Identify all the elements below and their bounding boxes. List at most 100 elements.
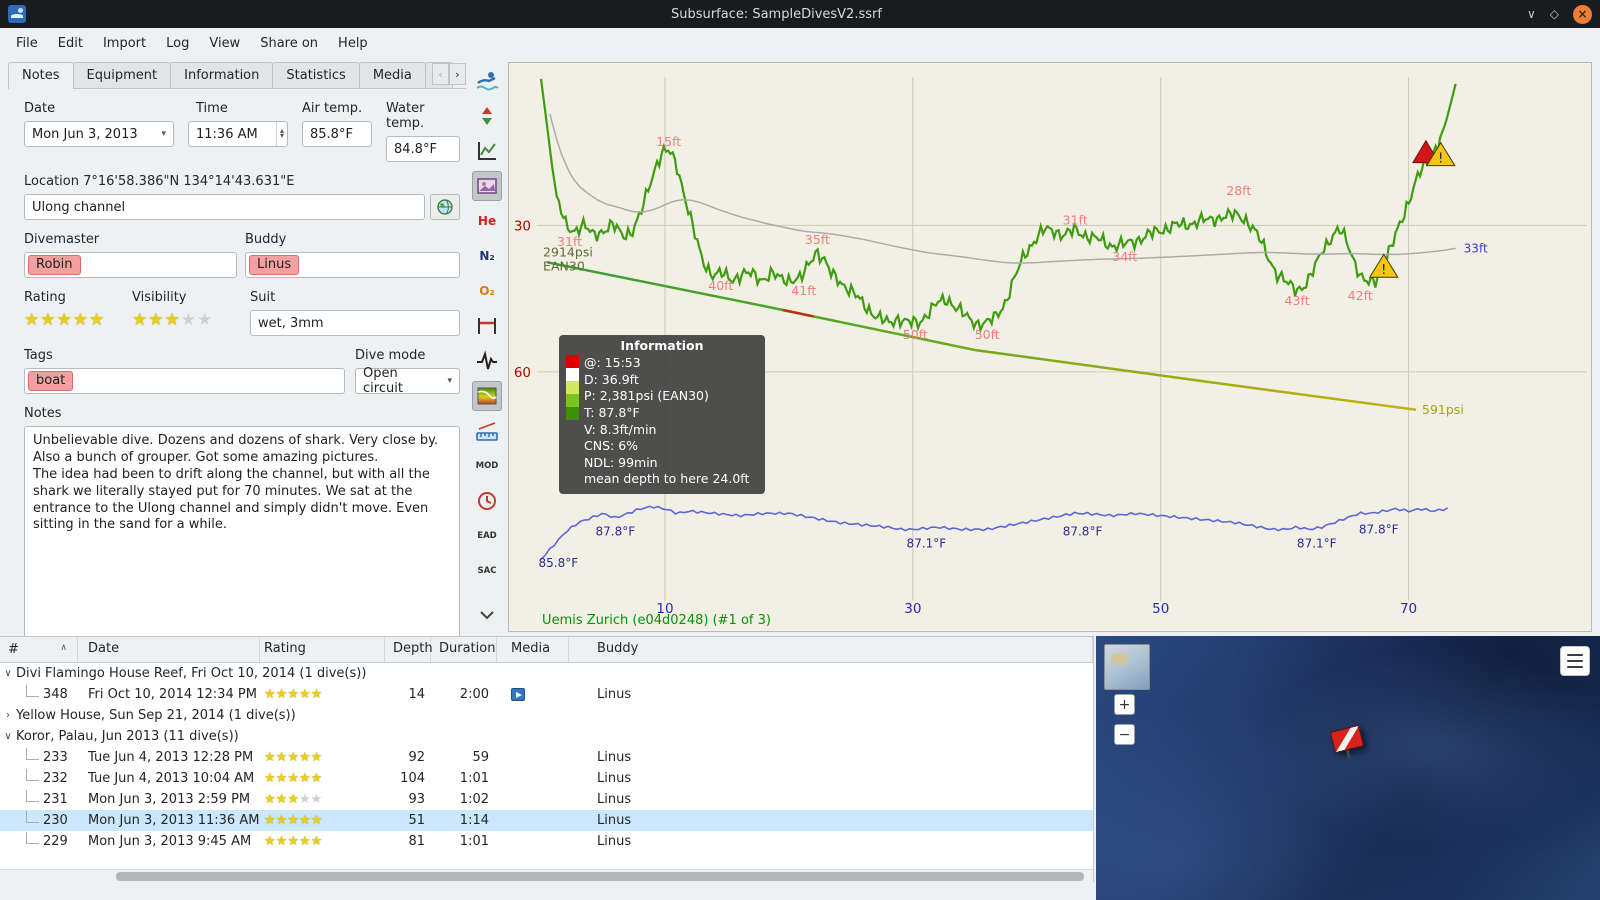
map-zoom-out-button[interactable]: − [1114, 724, 1135, 745]
deco-time-toggle-icon[interactable] [472, 486, 502, 516]
star-rating[interactable]: ★★★★★ [264, 750, 322, 765]
close-button[interactable]: × [1573, 4, 1592, 24]
dive-computer-icon[interactable] [472, 66, 502, 96]
tab-notes[interactable]: Notes [8, 62, 74, 89]
menu-view[interactable]: View [199, 31, 250, 56]
star-rating[interactable]: ★★★★★ [264, 792, 322, 807]
dive-buddy: Linus [597, 750, 632, 765]
pp-he-toggle[interactable]: He [472, 206, 502, 236]
time-spinner[interactable]: 11:36 AM ▴ ▾ [188, 121, 288, 147]
svg-text:35ft: 35ft [805, 232, 830, 247]
ead-toggle[interactable]: EAD [472, 521, 502, 551]
buddy-chip[interactable]: Linus [249, 254, 300, 276]
collapse-icon[interactable]: ∨ [0, 668, 16, 679]
airtemp-field[interactable]: 85.8°F [302, 121, 372, 147]
dive-row[interactable]: 348 Fri Oct 10, 2014 12:34 PM ★★★★★ 14 2:00 L… [0, 684, 1093, 705]
tab-information[interactable]: Information [170, 62, 274, 88]
scrollbar-thumb[interactable] [116, 872, 1084, 881]
star-filled-icon: ★ [298, 834, 311, 849]
notes-textarea[interactable]: Unbelievable dive. Dozens and dozens of … [24, 426, 460, 658]
pp-o2-toggle[interactable]: O₂ [472, 276, 502, 306]
dive-row[interactable]: 230 Mon Jun 3, 2013 11:36 AM ★★★★★ 51 1:14 Li… [0, 810, 1093, 831]
tissues-toggle-icon[interactable] [472, 381, 502, 411]
column-header-num[interactable]: # ∧ [0, 637, 78, 662]
map-menu-button[interactable] [1560, 646, 1590, 676]
tab-equipment[interactable]: Equipment [72, 62, 172, 88]
dive-row[interactable]: 233 Tue Jun 4, 2013 12:28 PM ★★★★★ 92 59 Linu… [0, 747, 1093, 768]
star-rating[interactable]: ★★★★★ [24, 310, 105, 330]
dive-number: 230 [43, 813, 68, 828]
tab-scroll-right-button[interactable]: › [449, 63, 466, 85]
map-zoom-in-button[interactable]: + [1114, 694, 1135, 715]
globe-button[interactable] [430, 194, 460, 220]
location-field[interactable]: Ulong channel [24, 194, 425, 220]
tab-statistics[interactable]: Statistics [272, 62, 360, 88]
photos-toggle-icon[interactable] [472, 171, 502, 201]
star-filled-icon: ★ [72, 310, 89, 330]
divemode-dropdown[interactable]: Open circuit ▾ [355, 366, 460, 396]
star-rating[interactable]: ★★★★★ [264, 813, 322, 828]
media-photo-icon[interactable] [511, 688, 525, 701]
infobox-line: @: 15:53 [584, 355, 641, 370]
dive-buddy: Linus [597, 771, 632, 786]
menu-edit[interactable]: Edit [48, 31, 93, 56]
menu-import[interactable]: Import [93, 31, 156, 56]
trip-row[interactable]: ∨ Koror, Palau, Jun 2013 (11 dive(s)) [0, 726, 1093, 747]
ruler-toggle-icon[interactable] [472, 416, 502, 446]
dive-row[interactable]: 232 Tue Jun 4, 2013 10:04 AM ★★★★★ 104 1:01 L… [0, 768, 1093, 789]
svg-text:30: 30 [904, 601, 921, 617]
tag-chip[interactable]: boat [28, 370, 74, 392]
map-overview-thumbnail[interactable] [1104, 644, 1150, 690]
maximize-button[interactable]: ◇ [1550, 8, 1559, 20]
star-rating[interactable]: ★★★★★ [264, 834, 322, 849]
tab-media[interactable]: Media [358, 62, 426, 88]
mod-toggle[interactable]: MOD [472, 451, 502, 481]
svg-text:43ft: 43ft [1285, 293, 1310, 308]
date-dropdown[interactable]: Mon Jun 3, 2013 ▾ [24, 121, 174, 147]
column-header-buddy[interactable]: Buddy [569, 637, 1093, 662]
horizontal-scrollbar[interactable] [0, 869, 1093, 882]
toolbar-scroll-down[interactable] [472, 600, 502, 630]
titlebar: Subsurface: SampleDivesV2.ssrf ∨ ◇ × [0, 0, 1600, 28]
column-header-media[interactable]: Media [497, 637, 569, 662]
menu-share-on[interactable]: Share on [250, 31, 328, 56]
trip-row[interactable]: ∨ Divi Flamingo House Reef, Fri Oct 10, 2… [0, 663, 1093, 684]
dive-depth: 81 [408, 834, 425, 849]
star-rating[interactable]: ★★★★★ [264, 687, 322, 702]
buddy-field[interactable]: Linus [245, 252, 460, 278]
watertemp-field[interactable]: 84.8°F [386, 136, 460, 162]
menu-file[interactable]: File [6, 31, 48, 56]
divemaster-field[interactable]: Robin [24, 252, 237, 278]
expand-icon[interactable]: › [0, 710, 16, 721]
minimize-button[interactable]: ∨ [1527, 8, 1536, 20]
dive-profile-chart[interactable]: 33ft 30 60 10 30 50 70 31ft 15ft 40ft 41ft 35ft 50ft… [508, 62, 1592, 632]
column-header-depth[interactable]: Depth [385, 637, 433, 662]
tags-field[interactable]: boat [24, 368, 345, 394]
star-rating[interactable]: ★★★★★ [264, 771, 322, 786]
column-header-duration[interactable]: Duration [431, 637, 497, 662]
sac-toggle[interactable]: SAC [472, 556, 502, 586]
dive-row[interactable]: 229 Mon Jun 3, 2013 9:45 AM ★★★★★ 81 1:01 Lin… [0, 831, 1093, 852]
scale-toggle-icon[interactable] [472, 136, 502, 166]
trip-row[interactable]: › Yellow House, Sun Sep 21, 2014 (1 dive(… [0, 705, 1093, 726]
dive-buddy: Linus [597, 687, 632, 702]
column-header-date[interactable]: Date [78, 637, 260, 662]
dive-row[interactable]: 231 Mon Jun 3, 2013 2:59 PM ★★★★★ 93 1:02 Lin… [0, 789, 1093, 810]
dive-site-flag-marker[interactable] [1329, 724, 1365, 754]
menu-help[interactable]: Help [328, 31, 378, 56]
divemaster-chip[interactable]: Robin [28, 254, 81, 276]
pp-n2-toggle[interactable]: N₂ [472, 241, 502, 271]
dc-ceiling-toggle-icon[interactable] [472, 311, 502, 341]
spinner-arrows-icon[interactable]: ▴ ▾ [275, 122, 284, 146]
tab-scroll-left-button[interactable]: ‹ [432, 63, 449, 85]
zoom-reset-icon[interactable] [472, 101, 502, 131]
menu-log[interactable]: Log [156, 31, 199, 56]
star-rating[interactable]: ★★★★★ [132, 310, 213, 330]
dive-map[interactable]: + − [1096, 636, 1600, 900]
suit-field[interactable]: wet, 3mm [250, 310, 460, 336]
column-header-rating[interactable]: Rating [260, 637, 385, 662]
svg-text:87.1°F: 87.1°F [907, 536, 947, 550]
heart-rate-toggle-icon[interactable] [472, 346, 502, 376]
star-filled-icon: ★ [264, 771, 276, 786]
collapse-icon[interactable]: ∨ [0, 731, 16, 742]
